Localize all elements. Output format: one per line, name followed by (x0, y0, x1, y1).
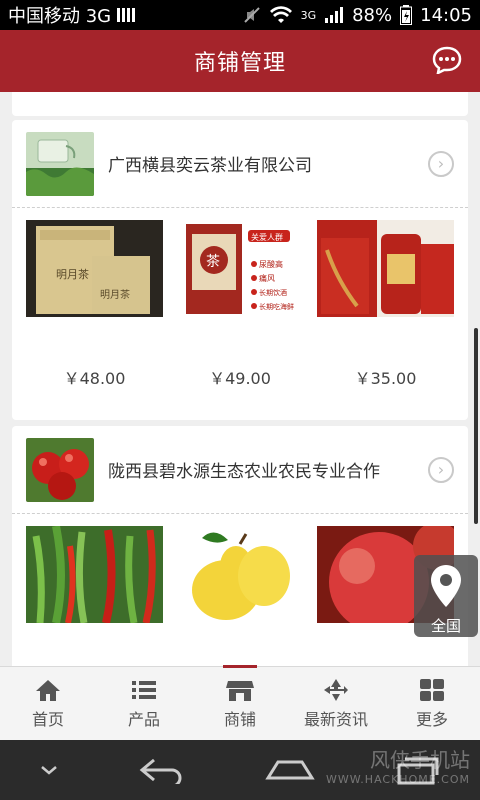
product-image: 明月茶 明月茶 (26, 220, 163, 317)
chevron-right-icon[interactable]: › (428, 456, 454, 483)
product-item[interactable]: ￥35.00 (317, 220, 454, 389)
status-bar: 中国移动 3G 3G 88% 14:05 (0, 0, 480, 30)
shop-list[interactable]: 广西横县奕云茶业有限公司 › 明月茶 明月茶 ￥48.00 茶 关爱人群 尿酸高… (0, 92, 480, 666)
watermark-sub: WWW.HACKHOME.COM (325, 773, 470, 786)
badge-text: 关爱人群 (251, 232, 283, 242)
tab-label: 更多 (415, 709, 448, 729)
watermark: 风侠手机站 WWW.HACKHOME.COM (326, 744, 470, 786)
product-item[interactable] (171, 526, 309, 623)
shop-card[interactable]: 陇西县碧水源生态农业农民专业合作 › (12, 426, 468, 666)
list-icon (132, 680, 156, 699)
shop-header[interactable]: 广西横县奕云茶业有限公司 › (12, 120, 468, 208)
shop-name: 广西横县奕云茶业有限公司 (108, 156, 312, 176)
tea-item-text: 长期饮酒 (259, 288, 287, 297)
product-price: ￥48.00 (63, 369, 126, 388)
network-type: 3G (300, 8, 317, 22)
tab-news[interactable]: 最新资讯 (288, 667, 384, 740)
scrollbar[interactable] (474, 328, 478, 524)
product-image: 茶 关爱人群 尿酸高 痛风 长期饮酒 长期吃海鲜 (171, 220, 309, 317)
clock: 14:05 (420, 4, 472, 26)
back-icon[interactable] (138, 756, 186, 784)
tab-home[interactable]: 首页 (0, 667, 96, 740)
product-image (317, 220, 454, 317)
tab-label: 商铺 (223, 709, 256, 729)
home-button-icon[interactable] (264, 756, 316, 784)
tea-item-text: 痛风 (259, 273, 275, 283)
news-icon (324, 678, 348, 701)
shop-name: 陇西县碧水源生态农业农民专业合作 (108, 462, 380, 482)
bottom-tab-bar: 首页 产品 商铺 最新资讯 更多 (0, 665, 480, 740)
shop-card-previous (12, 92, 468, 116)
product-item[interactable]: 明月茶 明月茶 ￥48.00 (26, 220, 163, 389)
tea-item-text: 尿酸高 (259, 259, 283, 269)
tab-label: 首页 (31, 709, 64, 729)
shop-header[interactable]: 陇西县碧水源生态农业农民专业合作 › (12, 426, 468, 514)
tab-products[interactable]: 产品 (96, 667, 192, 740)
chat-icon[interactable] (432, 46, 462, 74)
page-title: 商铺管理 (193, 51, 286, 76)
wifi-icon (269, 6, 292, 23)
svg-text:茶: 茶 (206, 254, 220, 270)
cell-signal-icon (325, 7, 344, 23)
product-price: ￥35.00 (354, 369, 417, 388)
tab-label: 产品 (127, 709, 160, 729)
tab-label: 最新资讯 (303, 709, 368, 729)
tea-item-text: 长期吃海鲜 (259, 302, 294, 311)
store-icon (226, 680, 254, 701)
svg-text:明月茶: 明月茶 (56, 268, 89, 281)
home-icon (36, 679, 60, 701)
battery-percent: 88% (352, 4, 393, 26)
tab-more[interactable]: 更多 (384, 667, 480, 740)
location-button[interactable]: 全国 (414, 555, 478, 637)
shop-card[interactable]: 广西横县奕云茶业有限公司 › 明月茶 明月茶 ￥48.00 茶 关爱人群 尿酸高… (12, 120, 468, 420)
carrier-label: 中国移动 3G (8, 6, 112, 27)
mute-icon (243, 7, 260, 23)
location-label: 全国 (430, 617, 461, 635)
product-row (12, 514, 468, 623)
tab-shops[interactable]: 商铺 (192, 665, 288, 740)
shop-thumbnail (26, 437, 94, 502)
app-header: 商铺管理 (0, 30, 480, 92)
watermark-main: 风侠手机站 (370, 748, 470, 772)
product-item[interactable]: 茶 关爱人群 尿酸高 痛风 长期饮酒 长期吃海鲜 ￥49.00 (171, 220, 309, 389)
grid-icon (420, 678, 444, 701)
product-price: ￥49.00 (209, 369, 271, 388)
chevron-right-icon[interactable]: › (428, 150, 454, 177)
product-image (171, 526, 309, 623)
signal-icon (117, 8, 136, 22)
product-item[interactable] (26, 526, 163, 623)
location-pin-icon (431, 565, 461, 607)
product-image (26, 526, 163, 623)
chevron-down-icon[interactable] (39, 763, 59, 777)
product-row: 明月茶 明月茶 ￥48.00 茶 关爱人群 尿酸高 痛风 长期饮酒 长期吃海鲜 … (12, 208, 468, 389)
shop-thumbnail (26, 131, 94, 196)
battery-icon (400, 5, 413, 25)
svg-text:明月茶: 明月茶 (100, 288, 130, 301)
